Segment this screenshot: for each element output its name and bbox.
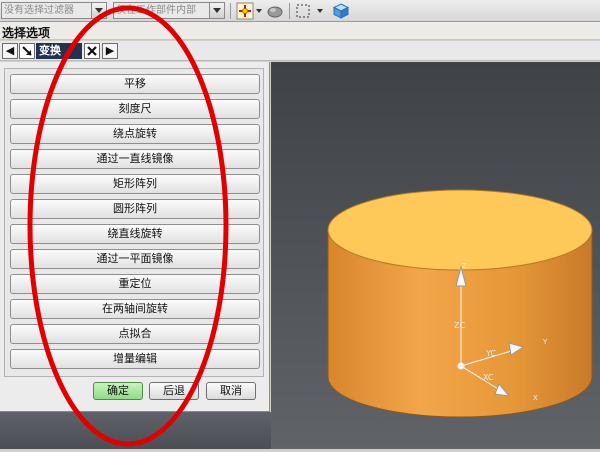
chevron-right-icon: ▶: [105, 44, 115, 57]
chevron-down-icon[interactable]: [209, 3, 224, 18]
tab-forward-button[interactable]: ▶: [102, 43, 118, 59]
option-rotate-about-line-button[interactable]: 绕直线旋转: [10, 224, 260, 244]
option-circular-array-button[interactable]: 圆形阵列: [10, 199, 260, 219]
close-icon: [87, 46, 97, 56]
option-point-fit-button[interactable]: 点拟合: [10, 324, 260, 344]
option-rect-array-button[interactable]: 矩形阵列: [10, 174, 260, 194]
option-scale-button[interactable]: 刻度尺: [10, 99, 260, 119]
cube-view-icon[interactable]: [332, 2, 350, 20]
graphics-area-lower-left: [0, 412, 272, 449]
option-translate-button[interactable]: 平移: [10, 74, 260, 94]
view-orient-icon[interactable]: [266, 2, 284, 20]
snap-point-icon[interactable]: [236, 2, 254, 20]
transform-panel: 平移 刻度尺 绕点旋转 通过一直线镜像 矩形阵列 圆形阵列 绕直线旋转 通过一平…: [0, 62, 270, 412]
xc-axis-label: XC: [483, 373, 494, 382]
page-title: 选择选项: [2, 26, 51, 40]
option-reposition-button[interactable]: 重定位: [10, 274, 260, 294]
y-axis-label: Y: [542, 338, 548, 346]
arrow-cursor-icon: [22, 46, 32, 56]
selection-scope-combo[interactable]: 仅在工作部件内部: [113, 2, 225, 19]
back-button[interactable]: 后退: [149, 382, 199, 400]
selection-filter-value: 没有选择过滤器: [4, 5, 74, 16]
graphics-viewport[interactable]: ZC Z YC Y XC X: [271, 62, 600, 449]
cylinder-model[interactable]: [327, 189, 593, 418]
option-rotate-between-axes-button[interactable]: 在两轴间旋转: [10, 299, 260, 319]
option-mirror-plane-button[interactable]: 通过一平面镜像: [10, 249, 260, 269]
tab-transform-label: 变换: [39, 44, 61, 57]
tab-transform[interactable]: 变换: [36, 43, 82, 59]
tab-back-button[interactable]: ◀: [2, 43, 18, 59]
ok-button[interactable]: 确定: [93, 382, 143, 400]
option-rotate-about-point-button[interactable]: 绕点旋转: [10, 124, 260, 144]
chevron-down-icon[interactable]: [317, 9, 323, 13]
chevron-left-icon: ◀: [5, 44, 15, 57]
zc-axis-label: ZC: [454, 321, 465, 330]
yc-axis-label: YC: [485, 349, 496, 358]
tab-pick-button[interactable]: [19, 43, 35, 59]
z-axis-label: Z: [462, 262, 467, 270]
tab-close-button[interactable]: [84, 43, 100, 59]
chevron-down-icon[interactable]: [256, 9, 262, 13]
selection-filter-combo[interactable]: 没有选择过滤器: [1, 2, 107, 19]
x-axis-label: X: [533, 394, 538, 402]
cancel-button[interactable]: 取消: [206, 382, 256, 400]
tab-bar: ◀ 变换 ▶: [0, 41, 600, 61]
option-incremental-edit-button[interactable]: 增量编辑: [10, 349, 260, 369]
select-box-icon[interactable]: [294, 2, 312, 20]
selection-scope-value: 仅在工作部件内部: [116, 5, 196, 16]
toolbar-divider: [289, 3, 290, 19]
dialog-title-strip: 选择选项: [0, 22, 600, 40]
option-mirror-line-button[interactable]: 通过一直线镜像: [10, 149, 260, 169]
chevron-down-icon[interactable]: [91, 3, 106, 18]
transform-options-group: 平移 刻度尺 绕点旋转 通过一直线镜像 矩形阵列 圆形阵列 绕直线旋转 通过一平…: [4, 68, 264, 377]
top-toolbar: 没有选择过滤器 仅在工作部件内部: [0, 0, 600, 22]
toolbar-divider: [230, 3, 231, 19]
viewport-scene: ZC Z YC Y XC X: [327, 189, 593, 418]
